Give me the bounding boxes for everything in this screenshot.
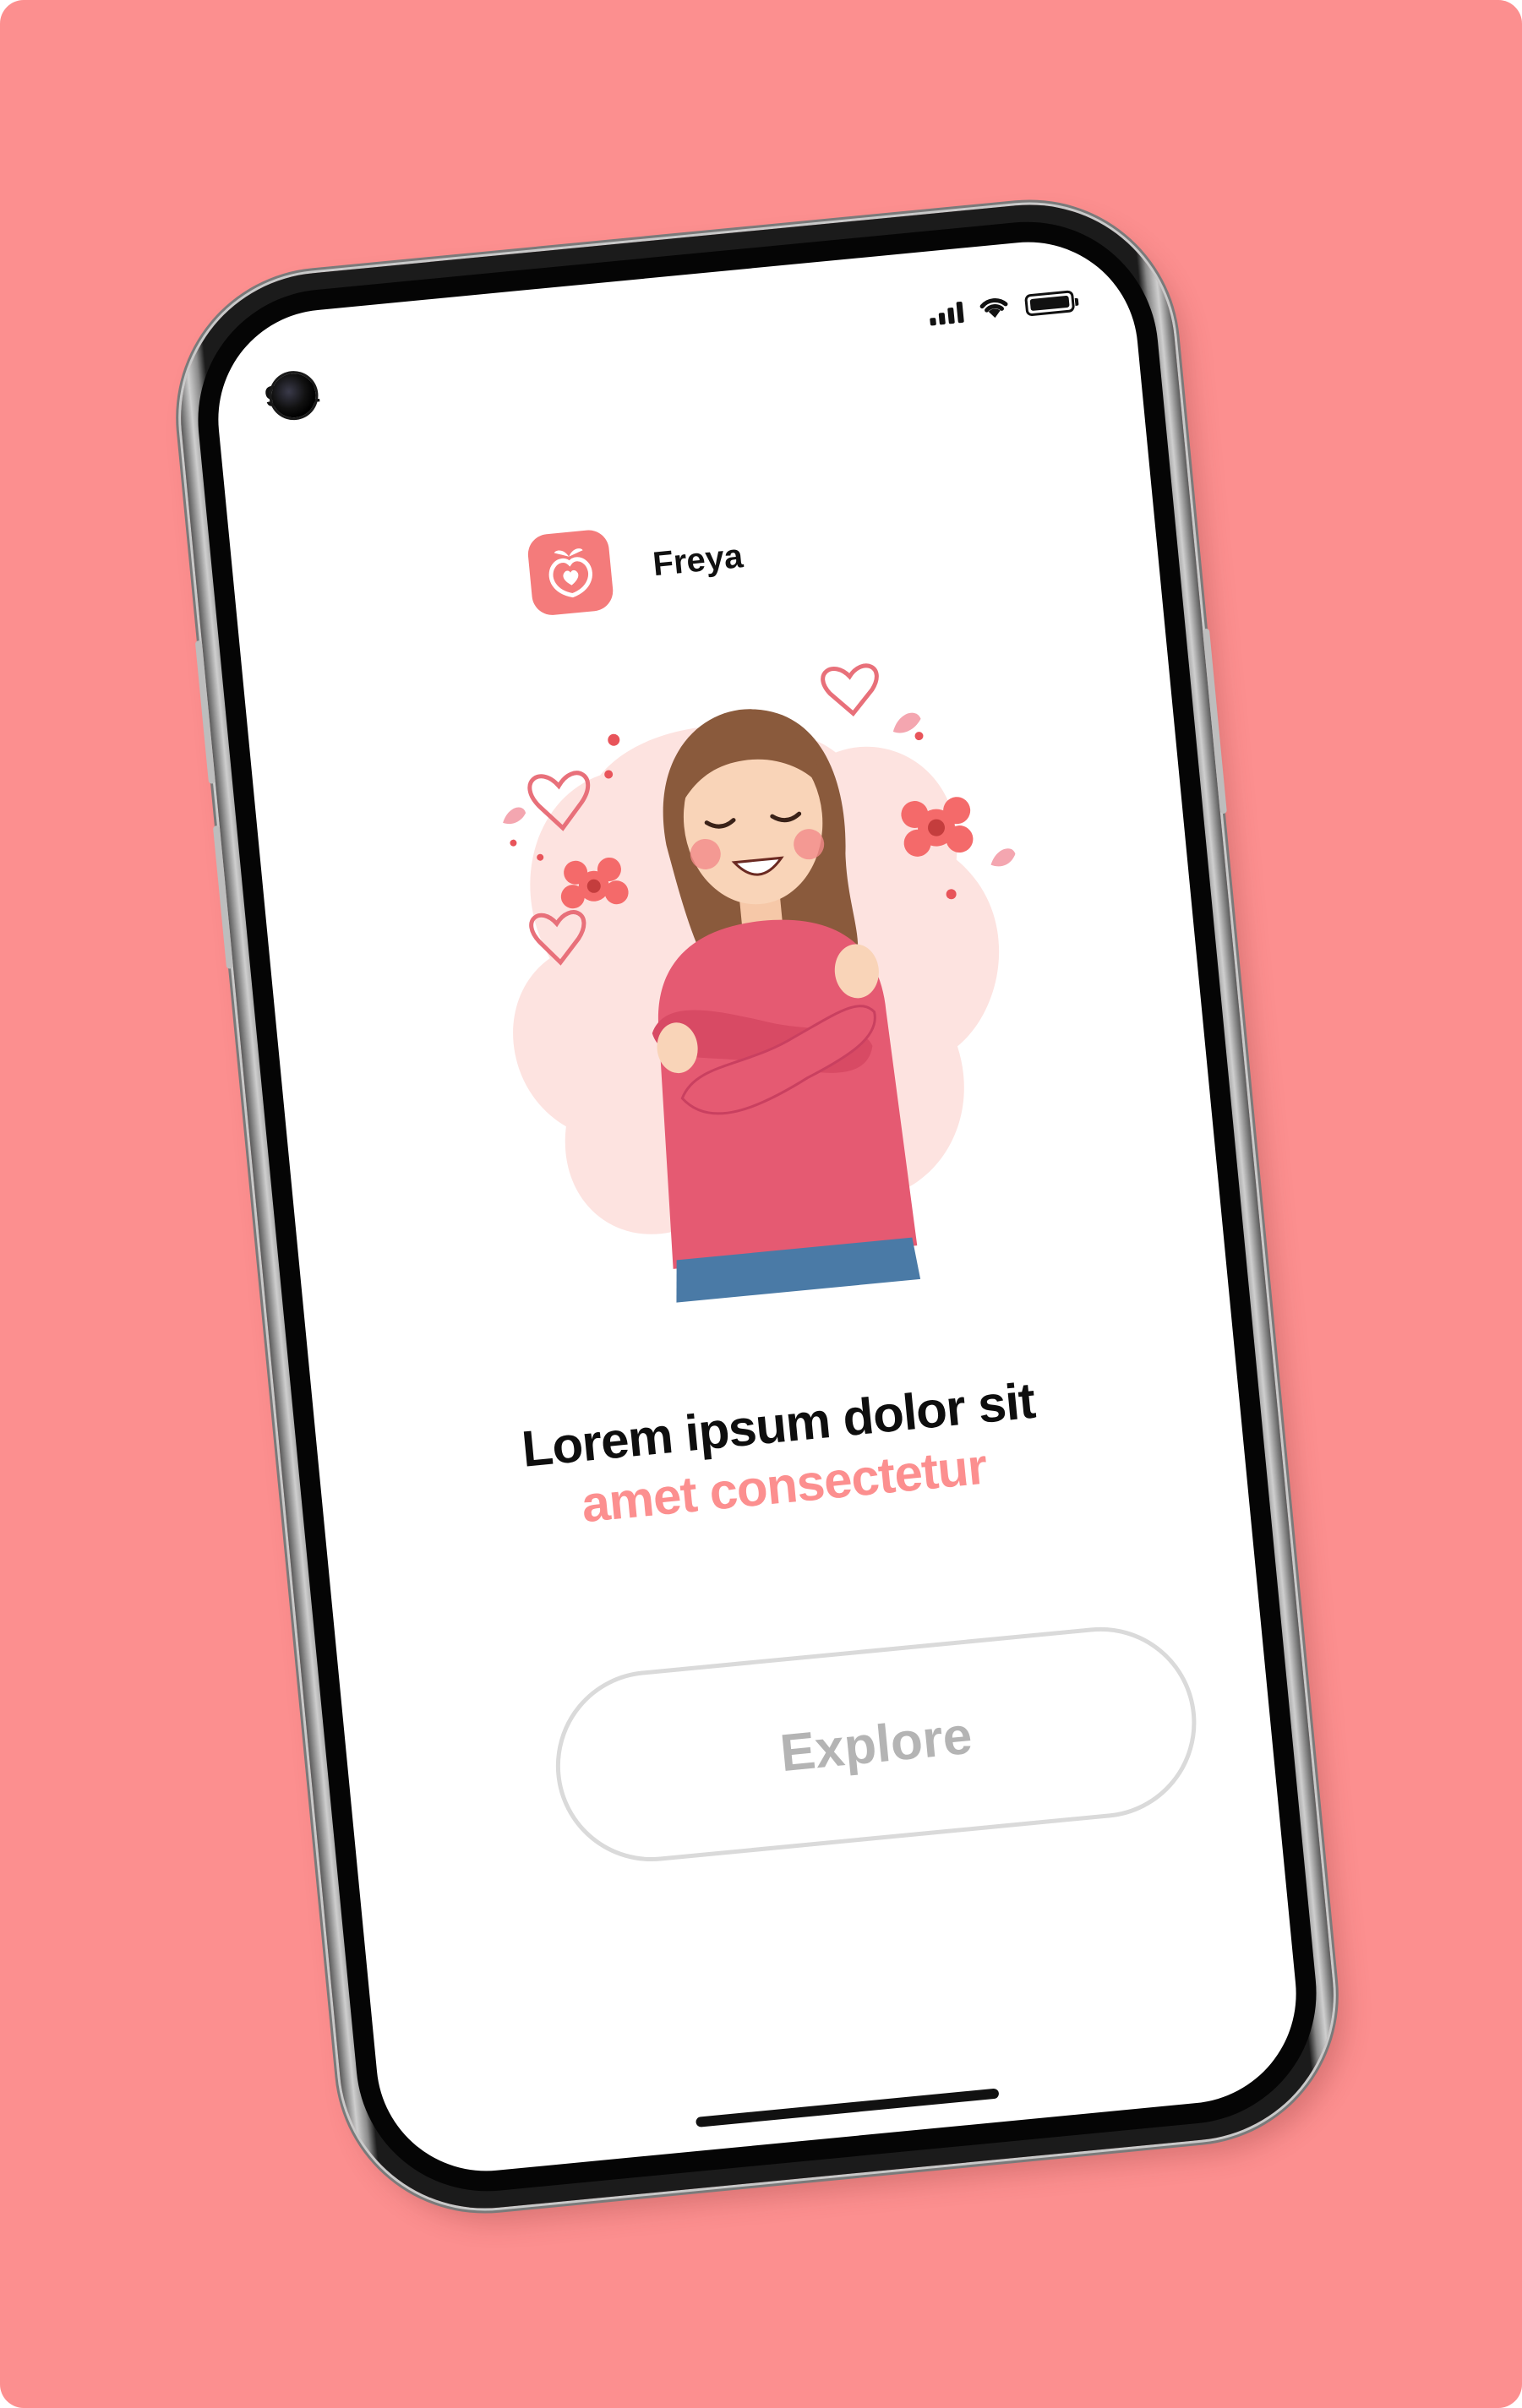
background-canvas: 9:41 [0,0,1522,2408]
status-icons [928,288,1076,326]
signal-icon [929,301,964,326]
phone-mockup: 9:41 [167,191,1347,2222]
explore-button[interactable]: Explore [547,1618,1205,1871]
peach-heart-logo-icon [526,528,615,618]
app-name: Freya [651,537,745,583]
battery-icon [1024,290,1076,317]
wifi-icon [979,297,1008,319]
headline: Lorem ipsum dolor sit amet consectetur [316,1351,1247,1561]
woman-hugging-herself-illustration [503,663,1016,1303]
home-indicator[interactable] [695,2088,1000,2127]
phone-screen: 9:41 [208,232,1307,2182]
brand-header: Freya [526,515,747,618]
